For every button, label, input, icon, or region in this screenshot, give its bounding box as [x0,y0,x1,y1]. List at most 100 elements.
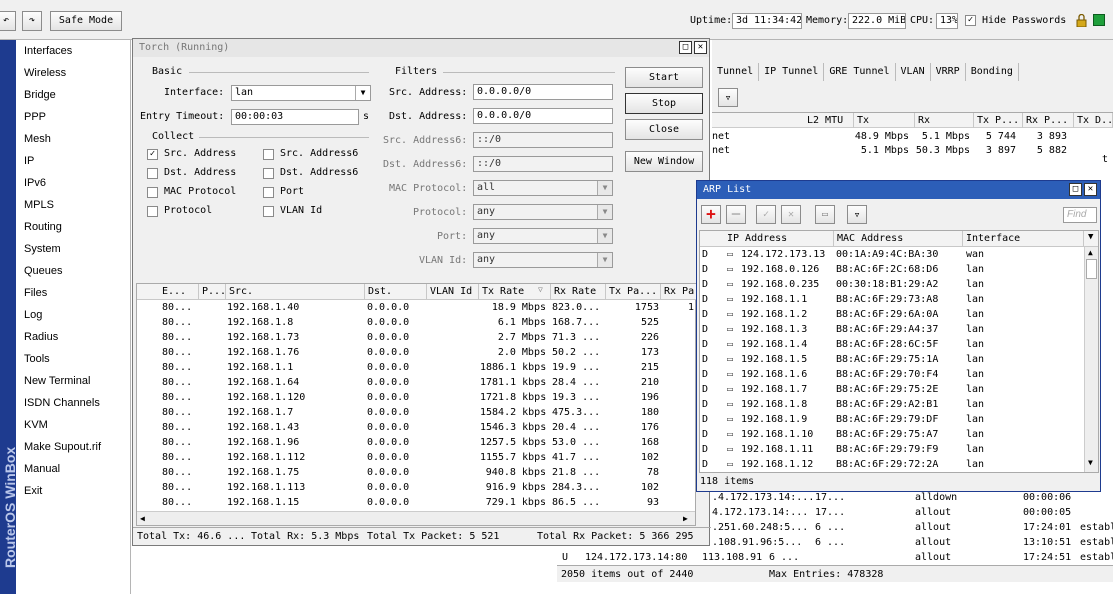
tab-vrrp[interactable]: VRRP [931,63,966,81]
sidebar-item-new-terminal[interactable]: New Terminal [16,370,147,392]
checkbox[interactable] [263,149,274,160]
column-header[interactable]: VLAN Id [427,284,479,299]
table-row[interactable]: 80... 192.168.1.120 0.0.0.0 1721.8 kbps 19.3… [137,390,697,405]
column-header[interactable]: MAC Address [834,231,963,246]
checkbox[interactable] [263,187,274,198]
column-header[interactable]: IP Address [724,231,834,246]
sidebar-item-ppp[interactable]: PPP [16,106,147,128]
table-row[interactable]: D ▭ 192.168.1.2 B8:AC:6F:29:6A:0A lan [700,307,1084,322]
redo-button[interactable]: ↷ [22,11,42,31]
table-row[interactable]: D ▭ 192.168.1.3 B8:AC:6F:29:A4:37 lan [700,322,1084,337]
table-row[interactable]: 80... 192.168.1.112 0.0.0.0 1155.7 kbps 41.7… [137,450,697,465]
table-row[interactable]: net 48.9 Mbps 5.1 Mbps 5 744 3 893 [712,129,1113,144]
sidebar-item-ipv6[interactable]: IPv6▷ [16,172,147,194]
table-row[interactable]: D ▭ 192.168.1.4 B8:AC:6F:28:6C:5F lan [700,337,1084,352]
column-header[interactable]: Interface [963,231,1084,246]
table-row[interactable]: D ▭ 192.168.1.12 B8:AC:6F:29:72:2A lan [700,457,1084,472]
column-header[interactable]: E... [159,284,199,299]
enable-button[interactable]: ✓ [756,205,776,224]
src-address6-input[interactable]: ::/0 [473,132,613,148]
table-row[interactable]: 80... 192.168.1.8 0.0.0.0 6.1 Mbps 168.7... 5… [137,315,697,330]
checkbox[interactable] [147,168,158,179]
table-row[interactable]: 80... 192.168.1.64 0.0.0.0 1781.1 kbps 28.4 … [137,375,697,390]
sidebar-item-ip[interactable]: IP▷ [16,150,147,172]
sidebar-item-queues[interactable]: Queues [16,260,147,282]
port-dropdown-icon[interactable]: ▼ [597,229,612,243]
checkbox[interactable]: ✓ [147,149,158,160]
column-header[interactable]: P... [199,284,226,299]
mac-protocol-select[interactable]: all ▼ [473,180,613,196]
table-row[interactable]: net 5.1 Mbps 50.3 Mbps 3 897 5 882 [712,143,1113,158]
hide-passwords-checkbox[interactable]: ✓ [965,15,976,26]
table-row[interactable]: 80... 192.168.1.76 0.0.0.0 2.0 Mbps 50.2 ...… [137,345,697,360]
vlan-id-dropdown-icon[interactable]: ▼ [597,253,612,267]
sidebar-item-routing[interactable]: Routing▷ [16,216,147,238]
dst-address6-input[interactable]: ::/0 [473,156,613,172]
scroll-up-icon[interactable]: ▲ [1088,248,1093,257]
table-row[interactable]: D ▭ 192.168.1.5 B8:AC:6F:29:75:1A lan [700,352,1084,367]
tab-bonding[interactable]: Bonding [966,63,1019,81]
tab-vlan[interactable]: VLAN [896,63,931,81]
table-row[interactable]: D ▭ 192.168.1.9 B8:AC:6F:29:79:DF lan [700,412,1084,427]
scroll-right-icon[interactable]: ▶ [683,512,688,526]
sidebar-item-radius[interactable]: Radius [16,326,147,348]
mac-protocol-dropdown-icon[interactable]: ▼ [597,181,612,195]
table-row[interactable]: 80... 192.168.1.43 0.0.0.0 1546.3 kbps 20.4 … [137,420,697,435]
table-row[interactable]: 80... 192.168.1.1 0.0.0.0 1886.1 kbps 19.9 .… [137,360,697,375]
add-button[interactable]: + [701,205,721,224]
checkbox[interactable] [147,187,158,198]
sidebar-item-tools[interactable]: Tools▷ [16,348,147,370]
checkbox[interactable] [147,206,158,217]
table-row[interactable]: D ▭ 192.168.0.235 00:30:18:B1:29:A2 lan [700,277,1084,292]
stop-button[interactable]: Stop [625,93,703,114]
tab-tunnel[interactable]: Tunnel [712,63,760,81]
checkbox[interactable] [263,168,274,179]
table-row[interactable]: 80... 192.168.1.113 0.0.0.0 916.9 kbps 284.3… [137,480,697,495]
scroll-thumb[interactable] [1086,259,1097,279]
table-row[interactable]: U 124.172.173.14:80 113.108.91.96:4... 6 ..… [557,550,1113,565]
filter-button[interactable]: ▿ [847,205,867,224]
column-header[interactable]: Rx Pa [661,284,697,299]
new-window-button[interactable]: New Window [625,151,703,172]
table-row[interactable]: D ▭ 192.168.0.126 B8:AC:6F:2C:68:D6 lan [700,262,1084,277]
arp-maximize-button[interactable]: □ [1069,183,1082,196]
table-row[interactable]: 80... 192.168.1.7 0.0.0.0 1584.2 kbps 475.3.… [137,405,697,420]
protocol-select[interactable]: any ▼ [473,204,613,220]
tab-ip-tunnel[interactable]: IP Tunnel [759,63,825,81]
protocol-dropdown-icon[interactable]: ▼ [597,205,612,219]
table-row[interactable]: D ▭ 124.172.173.13 00:1A:A9:4C:BA:30 wan [700,247,1084,262]
sidebar-item-exit[interactable]: Exit [16,480,147,502]
table-row[interactable]: D ▭ 192.168.1.1 B8:AC:6F:29:73:A8 lan [700,292,1084,307]
table-row[interactable]: 80... 192.168.1.40 0.0.0.0 18.9 Mbps 823.0..… [137,300,697,315]
table-row[interactable]: D ▭ 192.168.1.8 B8:AC:6F:29:A2:B1 lan [700,397,1084,412]
column-header[interactable]: Src. [226,284,365,299]
sidebar-item-interfaces[interactable]: Interfaces [16,40,147,62]
sidebar-item-mpls[interactable]: MPLS▷ [16,194,147,216]
torch-close-button[interactable]: ✕ [694,41,707,54]
sidebar-item-bridge[interactable]: Bridge [16,84,147,106]
sidebar-item-isdn-channels[interactable]: ISDN Channels [16,392,147,414]
undo-button[interactable]: ↶ [0,11,16,31]
port-select[interactable]: any ▼ [473,228,613,244]
sidebar-item-files[interactable]: Files [16,282,147,304]
scroll-left-icon[interactable]: ◀ [140,512,145,526]
safe-mode-button[interactable]: Safe Mode [50,11,122,31]
dst-address-input[interactable]: 0.0.0.0/0 [473,108,613,124]
comment-button[interactable]: ▭ [815,205,835,224]
src-address-input[interactable]: 0.0.0.0/0 [473,84,613,100]
sidebar-item-make-supout-rif[interactable]: Make Supout.rif [16,436,147,458]
arp-vscrollbar[interactable]: ▲ ▼ [1084,247,1098,472]
sidebar-item-system[interactable]: System▷ [16,238,147,260]
interface-select[interactable]: lan ▼ [231,85,371,101]
torch-maximize-button[interactable]: □ [679,41,692,54]
column-header[interactable]: Tx Pa... [606,284,661,299]
column-header[interactable]: Rx Rate [551,284,606,299]
close-button[interactable]: Close [625,119,703,140]
remove-button[interactable]: – [726,205,746,224]
table-row[interactable]: 80... 192.168.1.15 0.0.0.0 729.1 kbps 86.5 .… [137,495,697,510]
column-header[interactable]: Dst. [365,284,427,299]
sidebar-item-wireless[interactable]: Wireless [16,62,147,84]
sidebar-item-manual[interactable]: Manual [16,458,147,480]
entry-timeout-input[interactable]: 00:00:03 [231,109,359,125]
sidebar-item-kvm[interactable]: KVM [16,414,147,436]
